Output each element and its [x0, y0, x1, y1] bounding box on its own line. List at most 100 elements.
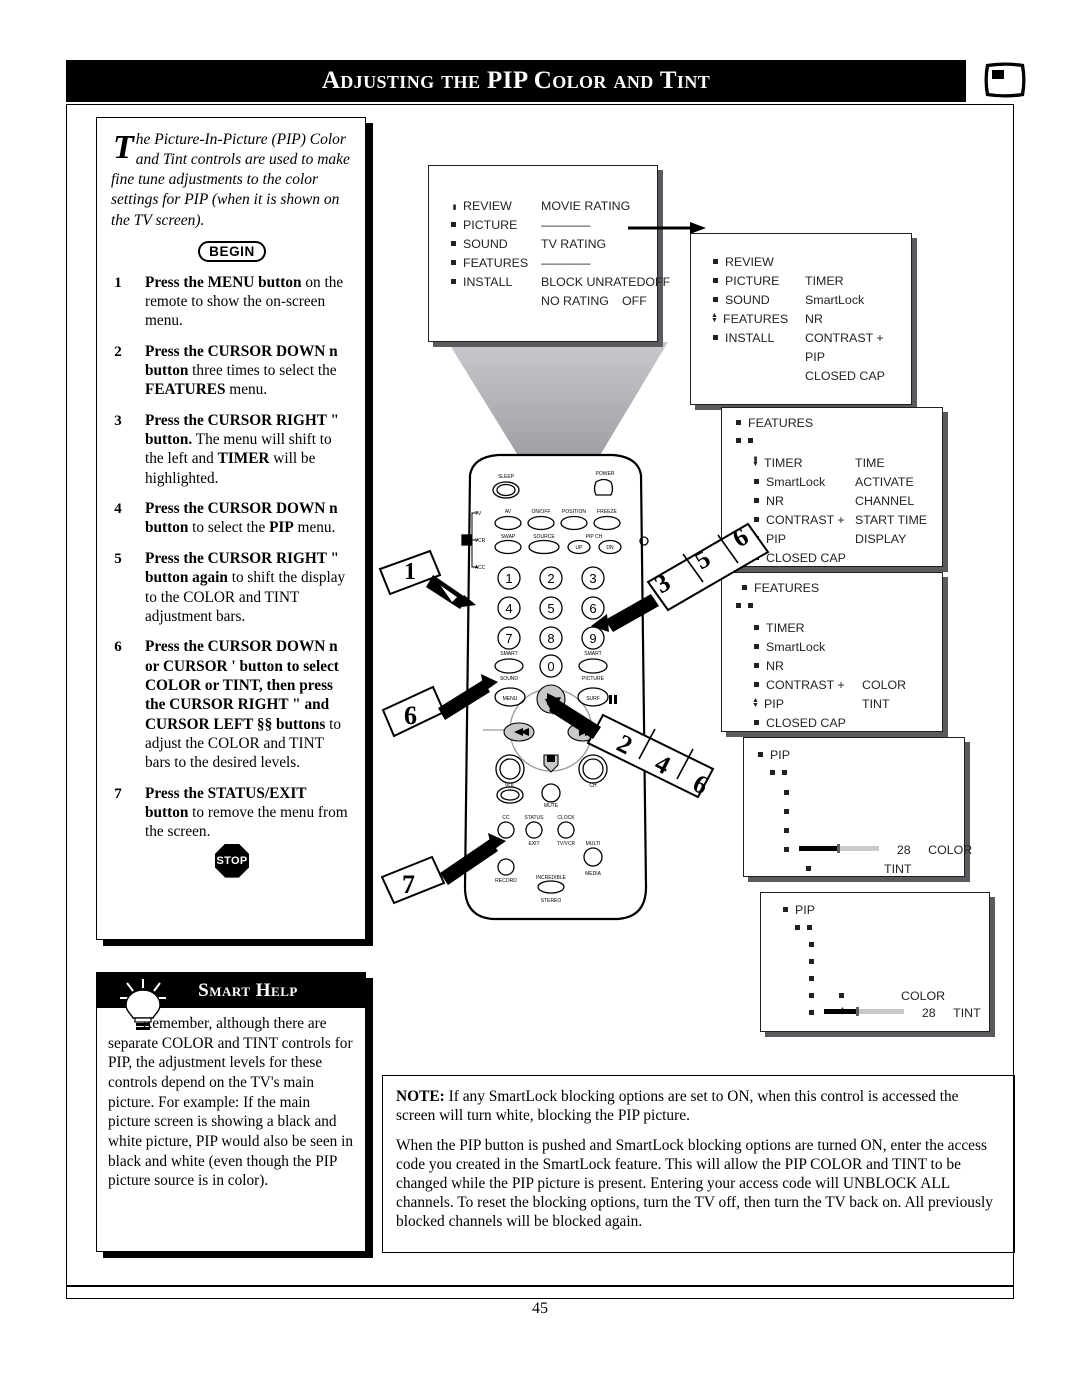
svg-text:TV: TV	[475, 511, 482, 517]
submenu-movie-rating[interactable]: MOVIE RATING	[541, 199, 630, 213]
screen6-tint-label[interactable]: TINT	[953, 1006, 981, 1020]
submenu-tv-rating[interactable]: TV RATING	[541, 237, 606, 251]
color-bar-slider[interactable]	[799, 844, 880, 853]
note-text-1: If any SmartLock blocking options are se…	[396, 1088, 959, 1125]
bullet-icon	[754, 479, 759, 484]
screen3-smartlock[interactable]: SmartLock	[766, 475, 825, 489]
callout-label-1: 1	[404, 559, 416, 585]
screen4-nr[interactable]: NR	[766, 659, 784, 673]
menu-item-features[interactable]: FEATURES	[463, 256, 528, 270]
screen-pip-color: PIP 28 COLOR ▼ TINT	[743, 737, 972, 877]
svg-text:INCREDIBLE: INCREDIBLE	[536, 875, 567, 881]
screen4-contrast[interactable]: CONTRAST +	[766, 678, 845, 692]
svg-text:MULTI: MULTI	[586, 841, 601, 847]
screen3-closed-cap[interactable]: CLOSED CAP	[766, 551, 846, 565]
screen3-timer[interactable]: TIMER	[764, 456, 803, 470]
menu2-item-install[interactable]: INSTALL	[725, 331, 774, 345]
menu2-item-features[interactable]: FEATURES	[723, 312, 788, 326]
submenu-block-unrated[interactable]: BLOCK UNRATED	[541, 275, 645, 289]
screen4-color[interactable]: COLOR	[862, 678, 906, 692]
bullet-icon	[451, 241, 456, 246]
screen5-color-label[interactable]: COLOR	[928, 843, 972, 857]
bullet-icon	[784, 809, 789, 814]
note-paragraph-1: NOTE: If any SmartLock blocking options …	[396, 1087, 1001, 1125]
steps-panel: The Picture-In-Picture (PIP) Color and T…	[96, 117, 366, 940]
screen4-smartlock[interactable]: SmartLock	[766, 640, 825, 654]
bullet-icon	[713, 297, 718, 302]
cursor-updown-icon: ▮ ▼	[752, 456, 759, 468]
step-number-4: 4	[97, 500, 139, 519]
svg-text:ON/OFF: ON/OFF	[532, 509, 551, 515]
submenu-no-rating[interactable]: NO RATING	[541, 294, 609, 308]
bullet-icon	[784, 828, 789, 833]
menu-item-picture[interactable]: PICTURE	[463, 218, 517, 232]
svg-text:VCR: VCR	[475, 538, 486, 544]
step-number-5: 5	[97, 550, 139, 569]
svg-text:PICTURE: PICTURE	[582, 676, 605, 682]
screen3-display[interactable]: DISPLAY	[855, 532, 906, 546]
submenu2-closed-cap[interactable]: CLOSED CAP	[805, 369, 885, 383]
submenu2-pip[interactable]: PIP	[805, 350, 825, 364]
page-number: 45	[532, 1300, 548, 1317]
menu-item-review[interactable]: REVIEW	[463, 199, 512, 213]
bullet-icon	[736, 420, 741, 425]
menu2-item-picture[interactable]: PICTURE	[725, 274, 779, 288]
screen4-closed-cap[interactable]: CLOSED CAP	[766, 716, 846, 730]
svg-text:SOURCE: SOURCE	[533, 534, 555, 540]
pip-tv-icon	[984, 62, 1026, 98]
projection-cone	[448, 342, 668, 462]
submenu2-contrast[interactable]: CONTRAST +	[805, 331, 884, 345]
bullet-icon	[770, 770, 775, 775]
screen4-tint[interactable]: TINT	[862, 697, 890, 711]
screen5-tint-label[interactable]: TINT	[884, 862, 912, 876]
callout-356: 3 5 6	[591, 522, 770, 632]
begin-badge-wrap: BEGIN	[111, 240, 353, 262]
bullet-icon	[713, 259, 718, 264]
screen3-channel[interactable]: CHANNEL	[855, 494, 914, 508]
svg-text:MEDIA: MEDIA	[585, 871, 602, 877]
screen3-activate[interactable]: ACTIVATE	[855, 475, 914, 489]
svg-text:POWER: POWER	[596, 471, 615, 477]
bullet-icon	[809, 1010, 814, 1015]
bullet-icon	[758, 752, 763, 757]
screen3-time[interactable]: TIME	[855, 456, 885, 470]
bullet-icon	[748, 438, 753, 443]
svg-text:SLEEP: SLEEP	[498, 474, 515, 480]
callout-246: 2 4 6	[545, 697, 715, 800]
page-header-bar: Adjusting the PIP Color and Tint	[66, 60, 966, 102]
screen6-color-label[interactable]: COLOR	[901, 989, 945, 1003]
screen-main-menu: ▮ REVIEW PICTURE SOUND FEATURES INSTALL M…	[428, 165, 670, 342]
smart-help-panel: Smart Help Remember, although there are …	[96, 972, 366, 1252]
menu2-item-review[interactable]: REVIEW	[725, 255, 774, 269]
svg-text:POSITION: POSITION	[562, 509, 586, 515]
illustration-area: ▮ REVIEW PICTURE SOUND FEATURES INSTALL M…	[378, 117, 1018, 1067]
lightbulb-icon	[120, 979, 166, 1030]
menu-item-sound[interactable]: SOUND	[463, 237, 508, 251]
svg-text:FREEZE: FREEZE	[597, 509, 617, 515]
submenu-no-rating-value: OFF	[622, 294, 647, 308]
bullet-icon	[754, 663, 759, 668]
menu2-item-sound[interactable]: SOUND	[725, 293, 770, 307]
footer-divider	[66, 1285, 1014, 1287]
menu-item-install[interactable]: INSTALL	[463, 275, 512, 289]
submenu2-smartlock[interactable]: SmartLock	[805, 293, 864, 307]
tint-bar-slider[interactable]	[824, 1007, 905, 1016]
step-text-5: Press the CURSOR RIGHT " button again to…	[145, 549, 346, 625]
screen5-color-value: 28	[896, 843, 911, 857]
svg-text:EXIT: EXIT	[528, 841, 539, 847]
submenu2-nr[interactable]: NR	[805, 312, 823, 326]
bullet-icon	[754, 644, 759, 649]
screen3-start-time[interactable]: START TIME	[855, 513, 927, 527]
screen6-title: PIP	[795, 903, 815, 917]
screen3-contrast[interactable]: CONTRAST +	[766, 513, 845, 527]
screen4-pip[interactable]: PIP	[764, 697, 784, 711]
step-number-3: 3	[97, 412, 139, 431]
submenu2-timer[interactable]: TIMER	[805, 274, 844, 288]
callout-6-left: 6	[381, 674, 498, 738]
callout-1: 1	[378, 549, 476, 609]
screen3-nr[interactable]: NR	[766, 494, 784, 508]
bullet-icon	[807, 925, 812, 930]
bullet-icon	[754, 682, 759, 687]
step-1: 1 Press the MENU button on the remote to…	[111, 273, 353, 331]
step-5: 5 Press the CURSOR RIGHT " button again …	[111, 549, 353, 626]
